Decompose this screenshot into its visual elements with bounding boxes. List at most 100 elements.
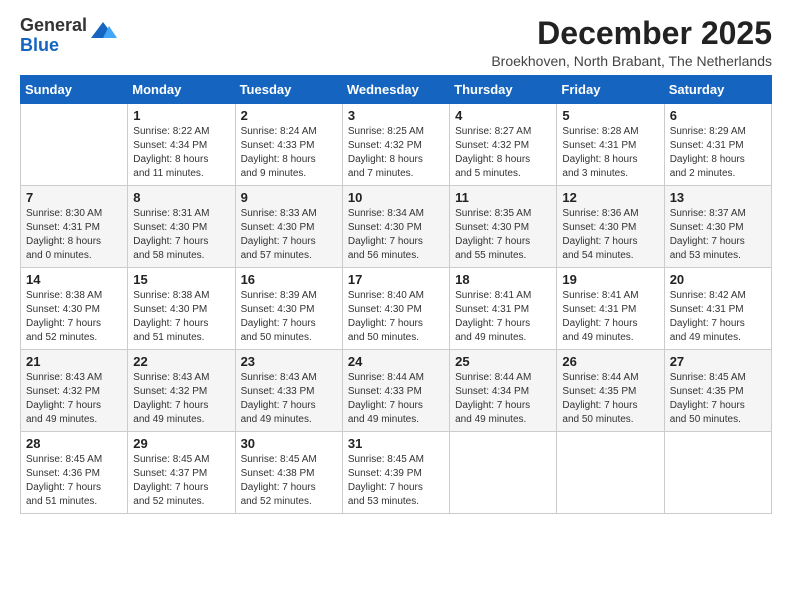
calendar-cell: 3Sunrise: 8:25 AMSunset: 4:32 PMDaylight… [342,104,449,186]
day-info: Sunrise: 8:39 AMSunset: 4:30 PMDaylight:… [241,289,337,345]
calendar-cell: 26 Sunrise: 8:44 AMSunset: 4:35 PMDayligh… [557,350,664,432]
day-info: Sunrise: 8:45 AMSunset: 4:38 PMDaylight:… [241,453,337,509]
title-area: December 2025 Broekhoven, North Brabant,… [491,16,772,69]
day-number: 20 [670,272,766,287]
day-number: 30 [241,436,337,451]
day-number: 23 [241,354,337,369]
day-info: Sunrise: 8:43 AMSunset: 4:32 PMDaylight:… [26,371,122,427]
logo-icon [89,18,117,46]
day-number: 7 [26,190,122,205]
calendar-cell: 27 Sunrise: 8:45 AMSunset: 4:35 PMDayligh… [664,350,771,432]
calendar-cell [450,432,557,514]
calendar-header-row: SundayMondayTuesdayWednesdayThursdayFrid… [21,76,772,104]
calendar-cell: 2Sunrise: 8:24 AMSunset: 4:33 PMDaylight… [235,104,342,186]
day-info: Sunrise: 8:45 AMSunset: 4:37 PMDaylight:… [133,453,229,509]
calendar-cell: 14 Sunrise: 8:38 AMSunset: 4:30 PMDayligh… [21,268,128,350]
calendar-cell: 5 Sunrise: 8:28 AMSunset: 4:31 PMDaylight… [557,104,664,186]
calendar-cell: 4Sunrise: 8:27 AMSunset: 4:32 PMDaylight… [450,104,557,186]
day-number: 8 [133,190,229,205]
day-info: Sunrise: 8:30 AMSunset: 4:31 PMDaylight:… [26,207,122,263]
day-info: Sunrise: 8:44 AMSunset: 4:33 PMDaylight:… [348,371,444,427]
day-number: 28 [26,436,122,451]
day-number: 9 [241,190,337,205]
calendar-cell: 28 Sunrise: 8:45 AMSunset: 4:36 PMDayligh… [21,432,128,514]
day-number: 10 [348,190,444,205]
calendar-cell [557,432,664,514]
calendar-cell: 29 Sunrise: 8:45 AMSunset: 4:37 PMDayligh… [128,432,235,514]
day-number: 13 [670,190,766,205]
calendar-cell: 11 Sunrise: 8:35 AMSunset: 4:30 PMDayligh… [450,186,557,268]
day-number: 26 [562,354,658,369]
day-info: Sunrise: 8:24 AMSunset: 4:33 PMDaylight:… [241,125,337,181]
calendar-cell: 21 Sunrise: 8:43 AMSunset: 4:32 PMDayligh… [21,350,128,432]
calendar-cell: 13 Sunrise: 8:37 AMSunset: 4:30 PMDayligh… [664,186,771,268]
calendar-week-3: 14 Sunrise: 8:38 AMSunset: 4:30 PMDayligh… [21,268,772,350]
day-number: 15 [133,272,229,287]
day-info: Sunrise: 8:43 AMSunset: 4:32 PMDaylight:… [133,371,229,427]
header: General Blue December 2025 Broekhoven, N… [20,16,772,69]
day-number: 29 [133,436,229,451]
calendar-cell: 10 Sunrise: 8:34 AMSunset: 4:30 PMDayligh… [342,186,449,268]
day-info: Sunrise: 8:45 AMSunset: 4:35 PMDaylight:… [670,371,766,427]
day-number: 6 [670,108,766,123]
calendar-header-tuesday: Tuesday [235,76,342,104]
day-info: Sunrise: 8:25 AMSunset: 4:32 PMDaylight:… [348,125,444,181]
day-number: 17 [348,272,444,287]
day-number: 11 [455,190,551,205]
calendar-week-2: 7 Sunrise: 8:30 AMSunset: 4:31 PMDaylight… [21,186,772,268]
day-info: Sunrise: 8:41 AMSunset: 4:31 PMDaylight:… [562,289,658,345]
day-number: 25 [455,354,551,369]
calendar-cell: 1 Sunrise: 8:22 AMSunset: 4:34 PMDaylight… [128,104,235,186]
calendar-header-thursday: Thursday [450,76,557,104]
day-info: Sunrise: 8:34 AMSunset: 4:30 PMDaylight:… [348,207,444,263]
day-number: 16 [241,272,337,287]
day-number: 5 [562,108,658,123]
day-info: Sunrise: 8:37 AMSunset: 4:30 PMDaylight:… [670,207,766,263]
day-info: Sunrise: 8:44 AMSunset: 4:35 PMDaylight:… [562,371,658,427]
day-number: 18 [455,272,551,287]
calendar-cell: 30 Sunrise: 8:45 AMSunset: 4:38 PMDayligh… [235,432,342,514]
calendar-cell: 20 Sunrise: 8:42 AMSunset: 4:31 PMDayligh… [664,268,771,350]
page: General Blue December 2025 Broekhoven, N… [0,0,792,612]
month-title: December 2025 [491,16,772,51]
calendar-cell: 6 Sunrise: 8:29 AMSunset: 4:31 PMDaylight… [664,104,771,186]
calendar-header-monday: Monday [128,76,235,104]
day-info: Sunrise: 8:42 AMSunset: 4:31 PMDaylight:… [670,289,766,345]
day-info: Sunrise: 8:28 AMSunset: 4:31 PMDaylight:… [562,125,658,181]
logo-text: General Blue [20,16,87,56]
logo: General Blue [20,16,117,56]
day-number: 27 [670,354,766,369]
calendar-cell: 9Sunrise: 8:33 AMSunset: 4:30 PMDaylight… [235,186,342,268]
day-info: Sunrise: 8:43 AMSunset: 4:33 PMDaylight:… [241,371,337,427]
calendar-cell: 31Sunrise: 8:45 AMSunset: 4:39 PMDayligh… [342,432,449,514]
calendar-week-4: 21 Sunrise: 8:43 AMSunset: 4:32 PMDayligh… [21,350,772,432]
calendar-week-1: 1 Sunrise: 8:22 AMSunset: 4:34 PMDaylight… [21,104,772,186]
day-info: Sunrise: 8:38 AMSunset: 4:30 PMDaylight:… [26,289,122,345]
day-info: Sunrise: 8:31 AMSunset: 4:30 PMDaylight:… [133,207,229,263]
calendar: SundayMondayTuesdayWednesdayThursdayFrid… [20,75,772,514]
calendar-cell: 25Sunrise: 8:44 AMSunset: 4:34 PMDayligh… [450,350,557,432]
calendar-cell: 24Sunrise: 8:44 AMSunset: 4:33 PMDayligh… [342,350,449,432]
calendar-cell: 22 Sunrise: 8:43 AMSunset: 4:32 PMDayligh… [128,350,235,432]
day-info: Sunrise: 8:45 AMSunset: 4:39 PMDaylight:… [348,453,444,509]
day-info: Sunrise: 8:35 AMSunset: 4:30 PMDaylight:… [455,207,551,263]
calendar-cell: 18Sunrise: 8:41 AMSunset: 4:31 PMDayligh… [450,268,557,350]
calendar-cell: 12Sunrise: 8:36 AMSunset: 4:30 PMDayligh… [557,186,664,268]
day-number: 21 [26,354,122,369]
calendar-header-sunday: Sunday [21,76,128,104]
calendar-header-friday: Friday [557,76,664,104]
day-number: 1 [133,108,229,123]
day-info: Sunrise: 8:38 AMSunset: 4:30 PMDaylight:… [133,289,229,345]
calendar-header-saturday: Saturday [664,76,771,104]
day-info: Sunrise: 8:45 AMSunset: 4:36 PMDaylight:… [26,453,122,509]
calendar-cell [664,432,771,514]
day-number: 14 [26,272,122,287]
location-title: Broekhoven, North Brabant, The Netherlan… [491,53,772,69]
day-info: Sunrise: 8:29 AMSunset: 4:31 PMDaylight:… [670,125,766,181]
calendar-cell: 17Sunrise: 8:40 AMSunset: 4:30 PMDayligh… [342,268,449,350]
day-info: Sunrise: 8:22 AMSunset: 4:34 PMDaylight:… [133,125,229,181]
calendar-week-5: 28 Sunrise: 8:45 AMSunset: 4:36 PMDayligh… [21,432,772,514]
calendar-cell: 19Sunrise: 8:41 AMSunset: 4:31 PMDayligh… [557,268,664,350]
day-info: Sunrise: 8:36 AMSunset: 4:30 PMDaylight:… [562,207,658,263]
day-number: 22 [133,354,229,369]
